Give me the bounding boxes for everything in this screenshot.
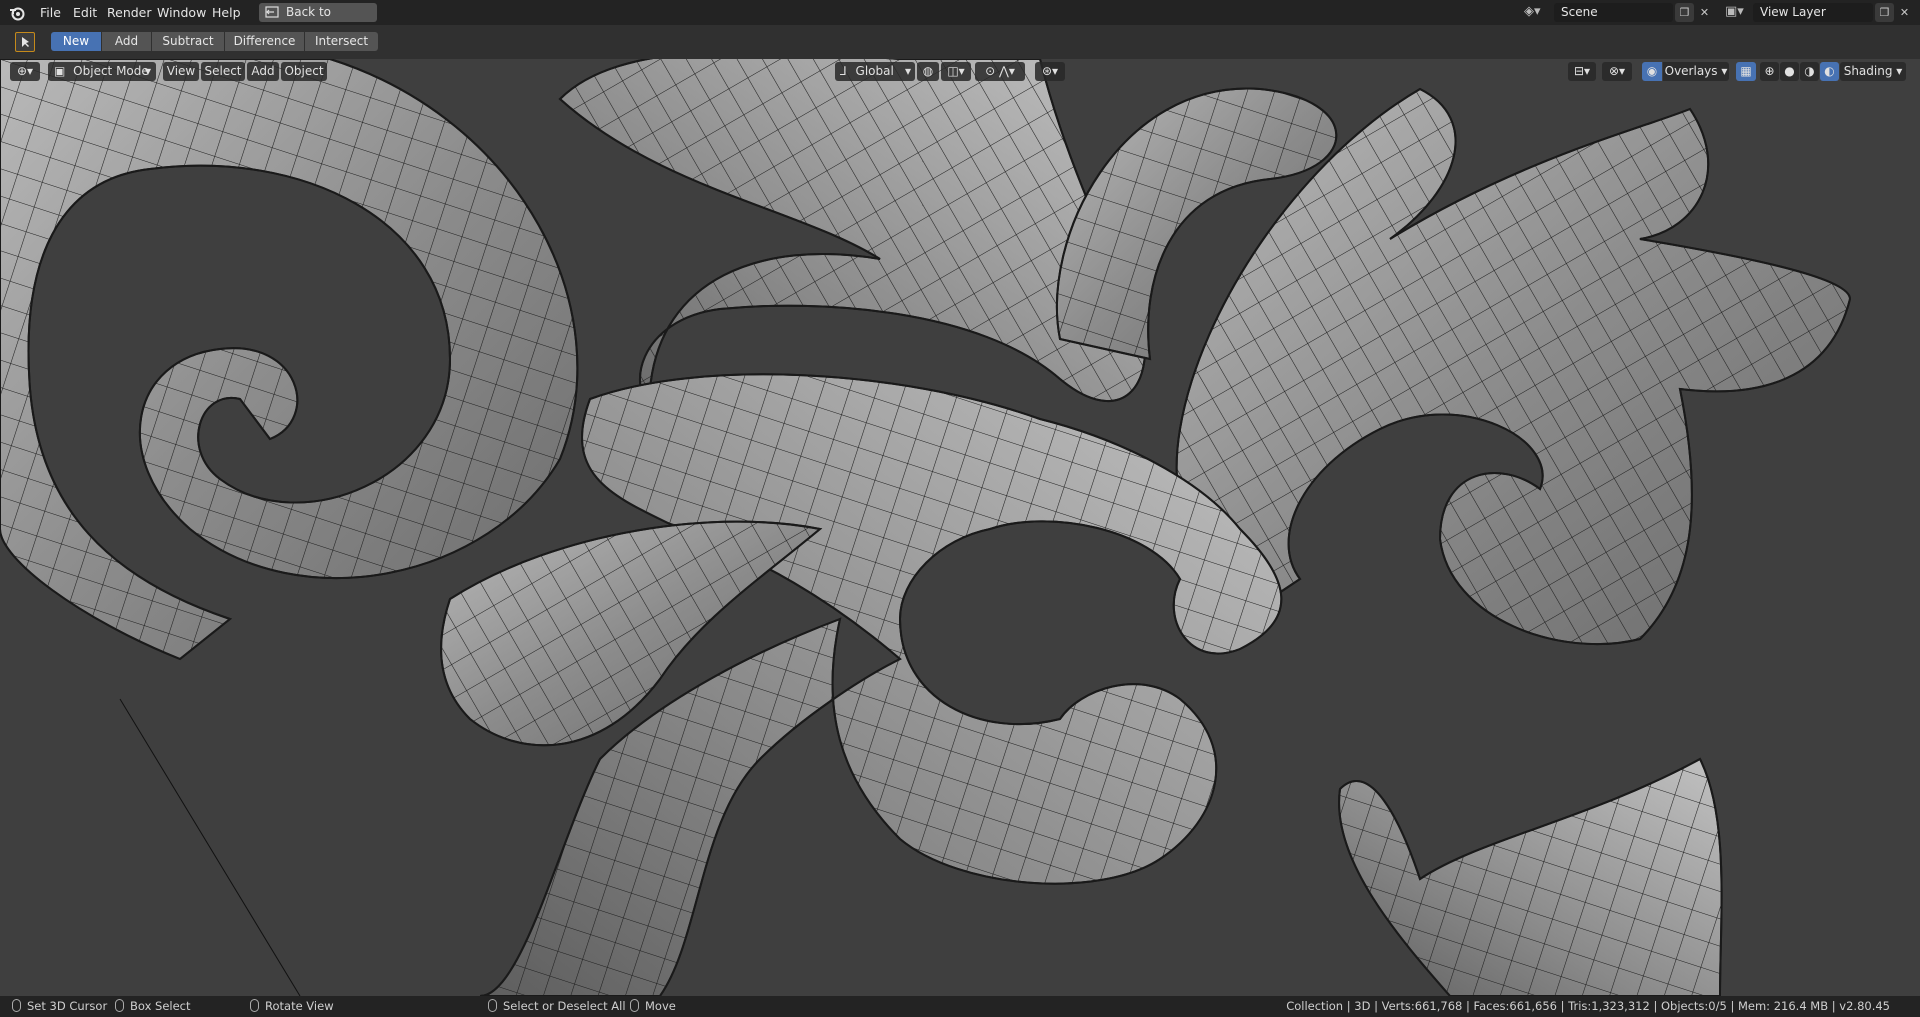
menu-edit[interactable]: Edit	[73, 0, 97, 25]
mouse-icon	[488, 999, 497, 1012]
mode-subtract-button[interactable]: Subtract	[152, 32, 224, 51]
new-scene-button[interactable]: ❐	[1675, 3, 1694, 22]
back-to-previous-button[interactable]: Back to Previous	[259, 3, 377, 38]
status-rotate-view: Rotate View	[250, 996, 334, 1017]
status-move: Move	[630, 996, 676, 1017]
viewport-menu-add[interactable]: Add	[247, 62, 279, 81]
visibility-icon[interactable]: ⊟▾	[1568, 62, 1596, 81]
status-select-all-label: Select or Deselect All	[503, 999, 626, 1013]
orientation-label: Global	[855, 64, 894, 78]
menu-help[interactable]: Help	[212, 0, 241, 25]
mode-difference-button[interactable]: Difference	[225, 32, 304, 51]
orientation-dropdown[interactable]: ⅃ Global ▾	[835, 62, 915, 81]
status-set-cursor: Set 3D Cursor	[12, 996, 107, 1017]
viewport-type-icon[interactable]: ⊕▾	[10, 62, 40, 81]
scene-statistics: Collection | 3D | Verts:661,768 | Faces:…	[1286, 999, 1890, 1013]
shading-dropdown[interactable]: Shading ▾	[1840, 62, 1906, 81]
view-layer-field[interactable]: View Layer	[1753, 3, 1873, 22]
overlays-label: Overlays	[1664, 64, 1718, 78]
object-mode-label: Object Mode	[73, 64, 149, 78]
viewport-menu-object[interactable]: Object	[281, 62, 327, 81]
wireframe-shading-icon[interactable]: ⊕	[1760, 62, 1779, 81]
menu-window[interactable]: Window	[157, 0, 206, 25]
proportional-icon[interactable]: ⊙ ⋀▾	[975, 62, 1025, 81]
chevron-down-icon: ▾	[144, 64, 151, 78]
3d-viewport[interactable]: ⊕▾ ▣ Object Mode ▾ View Select Add Objec…	[0, 59, 1920, 996]
shading-label: Shading	[1843, 64, 1893, 78]
mouse-icon	[630, 999, 639, 1012]
select-box-tool-icon[interactable]	[15, 32, 35, 52]
ornament-mesh-render	[0, 59, 1852, 996]
rendered-shading-icon[interactable]: ◐	[1820, 62, 1839, 81]
status-bar: Set 3D Cursor Box Select Rotate View Sel…	[0, 996, 1920, 1017]
scene-icon[interactable]: ◈▾	[1524, 4, 1550, 20]
delete-scene-button[interactable]: ✕	[1695, 3, 1714, 22]
solid-shading-icon[interactable]: ●	[1780, 62, 1799, 81]
overlays-icon[interactable]: ◉	[1642, 62, 1662, 81]
gizmo-toggle-icon[interactable]: ⊗▾	[1602, 62, 1632, 81]
status-set-cursor-label: Set 3D Cursor	[27, 999, 108, 1013]
object-mode-icon: ▣	[54, 64, 66, 78]
back-icon	[265, 6, 279, 18]
menu-render[interactable]: Render	[107, 0, 152, 25]
object-mode-dropdown[interactable]: ▣ Object Mode ▾	[48, 62, 156, 81]
new-view-layer-button[interactable]: ❐	[1875, 3, 1894, 22]
material-shading-icon[interactable]: ◑	[1800, 62, 1819, 81]
pivot-icon[interactable]: ◍	[917, 62, 939, 81]
view-layer-icon[interactable]: ▣▾	[1725, 4, 1751, 20]
mouse-icon	[250, 999, 259, 1012]
delete-view-layer-button[interactable]: ✕	[1895, 3, 1914, 22]
status-select-all: Select or Deselect All	[488, 996, 626, 1017]
mode-new-button[interactable]: New	[51, 32, 101, 51]
overlays-dropdown[interactable]: Overlays ▾	[1663, 62, 1729, 81]
xray-icon[interactable]: ▦	[1736, 62, 1756, 81]
mode-intersect-button[interactable]: Intersect	[305, 32, 378, 51]
gizmo-icon[interactable]: ⊛▾	[1035, 62, 1065, 81]
blender-logo-icon[interactable]	[8, 4, 26, 22]
status-rotate-view-label: Rotate View	[265, 999, 334, 1013]
tool-header: New Add Subtract Difference Intersect	[0, 25, 1920, 59]
chevron-down-icon: ▾	[904, 64, 911, 78]
mouse-icon	[12, 999, 21, 1012]
orientation-icon: ⅃	[840, 64, 847, 78]
viewport-menu-select[interactable]: Select	[201, 62, 245, 81]
status-move-label: Move	[645, 999, 676, 1013]
mode-add-button[interactable]: Add	[102, 32, 151, 51]
menu-file[interactable]: File	[40, 0, 61, 25]
scene-field[interactable]: Scene	[1554, 3, 1673, 22]
top-bar: File Edit Render Window Help Back to Pre…	[0, 0, 1920, 38]
status-box-select: Box Select	[115, 996, 191, 1017]
status-box-select-label: Box Select	[130, 999, 191, 1013]
scene-label: Scene	[1561, 5, 1598, 19]
view-layer-label: View Layer	[1760, 5, 1826, 19]
viewport-menu-view[interactable]: View	[163, 62, 199, 81]
mouse-icon	[115, 999, 124, 1012]
snap-icon[interactable]: ◫▾	[941, 62, 971, 81]
